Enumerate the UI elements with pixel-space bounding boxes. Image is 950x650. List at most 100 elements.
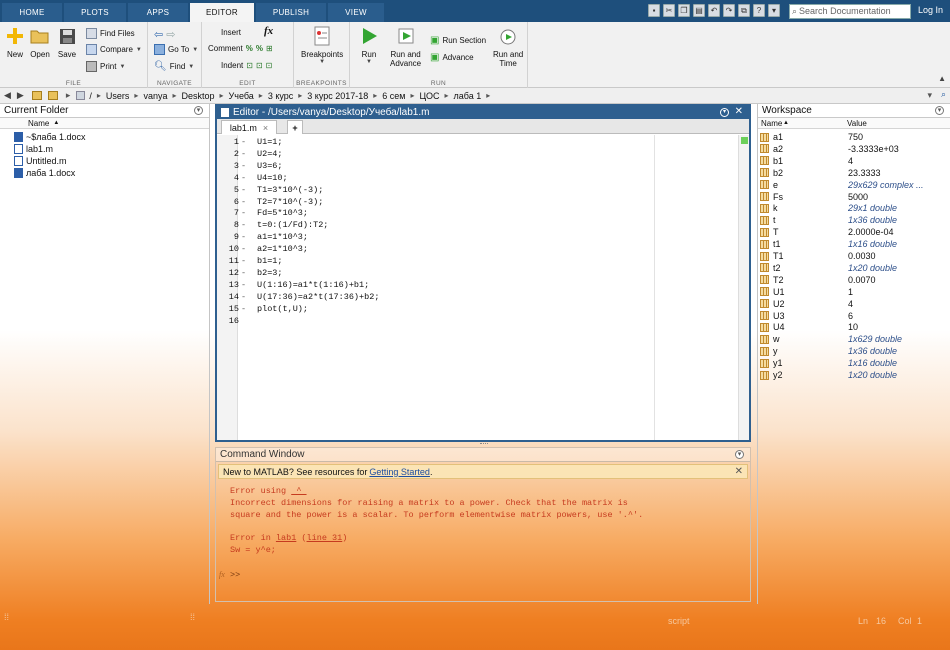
name-column-header[interactable]: Name <box>761 119 783 128</box>
close-icon[interactable]: × <box>263 123 268 133</box>
workspace-variable-row[interactable]: T1 0.0030 <box>760 250 948 262</box>
code-line[interactable]: t=0:(1/Fd):T2; <box>257 220 328 230</box>
up-folder-icon[interactable] <box>31 91 42 100</box>
workspace-variable-row[interactable]: k 29x1 double <box>760 202 948 214</box>
log-in-link[interactable]: Log In <box>918 5 943 15</box>
file-row[interactable]: ~$лаба 1.docx <box>14 131 86 143</box>
name-column-header[interactable]: Name <box>28 119 49 128</box>
workspace-variable-row[interactable]: a2 -3.3333e+03 <box>760 143 948 155</box>
save-icon[interactable]: ▪ <box>648 4 660 17</box>
function-browser-icon[interactable]: fx <box>219 570 225 579</box>
code-analyzer-status-icon[interactable] <box>741 137 748 144</box>
breakpoint-marker[interactable]: - <box>241 137 246 147</box>
breakpoint-marker[interactable]: - <box>241 173 246 183</box>
run-button[interactable]: Run ▼ <box>359 26 379 65</box>
value-column-header[interactable]: Value <box>847 119 867 128</box>
error-operator-link[interactable]: ^ <box>291 486 306 496</box>
insert-function-button[interactable]: fx <box>264 25 273 37</box>
workspace-variable-row[interactable]: U2 4 <box>760 298 948 310</box>
scrollbar[interactable] <box>738 135 749 440</box>
breakpoint-marker[interactable]: - <box>241 256 246 266</box>
collapse-ribbon-icon[interactable]: ▲ <box>938 74 946 83</box>
code-line[interactable]: U(1:16)=a1*t(1:16)+b1; <box>257 280 369 290</box>
arrow-right-icon[interactable]: ▶ <box>17 90 24 101</box>
error-function-link[interactable]: lab1 <box>276 533 296 543</box>
tab-home[interactable]: HOME <box>2 3 62 22</box>
run-and-time-button[interactable]: Run and Time <box>493 26 523 68</box>
code-line[interactable]: U(17:36)=a2*t(17:36)+b2; <box>257 292 379 302</box>
breakpoint-marker[interactable]: - <box>241 244 246 254</box>
code-line[interactable]: U1=1; <box>257 137 283 147</box>
current-folder-column-header[interactable]: Name ▲ <box>0 118 209 129</box>
breadcrumb-item[interactable]: 3 курс 2017-18 <box>307 91 368 101</box>
uncomment-icon[interactable]: % <box>256 44 263 53</box>
code-line[interactable]: Fd=5*10^3; <box>257 208 308 218</box>
workspace-variable-row[interactable]: U4 10 <box>760 321 948 333</box>
wrap-comment-icon[interactable]: ⊞ <box>266 44 273 53</box>
breakpoint-marker[interactable]: - <box>241 197 246 207</box>
breadcrumb-item[interactable]: Users <box>106 91 130 101</box>
close-icon[interactable]: ✕ <box>735 466 743 477</box>
breadcrumb-item[interactable]: лаба 1 <box>453 91 481 101</box>
code-line[interactable]: plot(t,U); <box>257 304 308 314</box>
code-line[interactable]: U2=4; <box>257 149 283 159</box>
back-forward-buttons[interactable]: ⇦ ⇨ <box>154 28 175 41</box>
splitter-grip[interactable] <box>480 443 488 446</box>
new-button[interactable]: New <box>5 26 25 59</box>
advance-button[interactable]: ▣ Advance <box>430 52 474 63</box>
workspace-variable-row[interactable]: t 1x36 double <box>760 214 948 226</box>
breakpoint-marker[interactable]: - <box>241 304 246 314</box>
code-line[interactable]: b1=1; <box>257 256 283 266</box>
workspace-variable-row[interactable]: T 2.0000e-04 <box>760 226 948 238</box>
insert-button[interactable]: Insert <box>221 28 241 37</box>
breakpoints-button[interactable]: Breakpoints ▼ <box>301 26 343 65</box>
code-line[interactable]: U3=6; <box>257 161 283 171</box>
panel-actions-icon[interactable]: ▾ <box>935 106 944 115</box>
run-and-advance-button[interactable]: Run and Advance <box>390 26 421 68</box>
arrow-right-icon[interactable]: ⇨ <box>166 28 175 41</box>
code-area[interactable]: 1- U1=1; 2- U2=4; 3- U3=6; 4- U4=10; 5- T1=3*10^(… <box>217 135 749 440</box>
workspace-variable-row[interactable]: b1 4 <box>760 155 948 167</box>
breadcrumb-item[interactable]: 6 сем <box>382 91 405 101</box>
code-line[interactable]: b2=3; <box>257 268 283 278</box>
breadcrumb-item[interactable]: 3 курс <box>268 91 293 101</box>
breadcrumb-item[interactable]: Desktop <box>181 91 214 101</box>
breakpoint-marker[interactable]: - <box>241 161 246 171</box>
smart-indent-icon[interactable]: ⊡ <box>246 61 253 70</box>
breadcrumb-item[interactable]: ЦОС <box>420 91 440 101</box>
breakpoint-marker[interactable]: - <box>241 149 246 159</box>
breakpoint-marker[interactable]: - <box>241 220 246 230</box>
workspace-variable-row[interactable]: y2 1x20 double <box>760 369 948 381</box>
tab-view[interactable]: VIEW <box>328 3 384 22</box>
compare-button[interactable]: Compare ▼ <box>86 44 142 55</box>
workspace-variable-row[interactable]: Fs 5000 <box>760 191 948 203</box>
panel-actions-icon[interactable]: ▾ <box>735 450 744 459</box>
switch-windows-icon[interactable]: ⧉ <box>738 4 750 17</box>
workspace-variable-row[interactable]: a1 750 <box>760 131 948 143</box>
chevron-down-icon[interactable]: ▾ <box>768 4 780 17</box>
new-tab-button[interactable]: + <box>287 120 303 134</box>
arrow-left-icon[interactable]: ◀ <box>4 90 11 101</box>
browse-folder-icon[interactable] <box>47 91 58 100</box>
copy-icon[interactable]: ❐ <box>678 4 690 17</box>
print-button[interactable]: Print ▼ <box>86 61 125 72</box>
help-icon[interactable]: ? <box>753 4 765 17</box>
search-icon[interactable]: ⌕ <box>941 89 946 100</box>
decrease-indent-icon[interactable]: ⊡ <box>266 61 273 70</box>
undo-icon[interactable]: ↶ <box>708 4 720 17</box>
file-row[interactable]: Untitled.m <box>14 155 67 167</box>
increase-indent-icon[interactable]: ⊡ <box>256 61 263 70</box>
breakpoint-marker[interactable]: - <box>241 208 246 218</box>
run-section-button[interactable]: ▣ Run Section <box>430 35 486 46</box>
arrow-left-icon[interactable]: ⇦ <box>154 28 163 41</box>
tab-plots[interactable]: PLOTS <box>64 3 126 22</box>
comment-percent-icon[interactable]: % <box>246 44 253 53</box>
code-line[interactable]: a1=1*10^3; <box>257 232 308 242</box>
tab-lab1-m[interactable]: lab1.m × <box>221 120 277 134</box>
close-icon[interactable]: ✕ <box>735 106 743 117</box>
cut-icon[interactable]: ✂ <box>663 4 675 17</box>
panel-actions-icon[interactable]: ▾ <box>720 108 729 117</box>
find-button[interactable]: 🔍︎ Find ▼ <box>154 61 194 72</box>
comment-button[interactable]: Comment%% ⊞ <box>208 44 273 53</box>
breakpoint-marker[interactable]: - <box>241 185 246 195</box>
